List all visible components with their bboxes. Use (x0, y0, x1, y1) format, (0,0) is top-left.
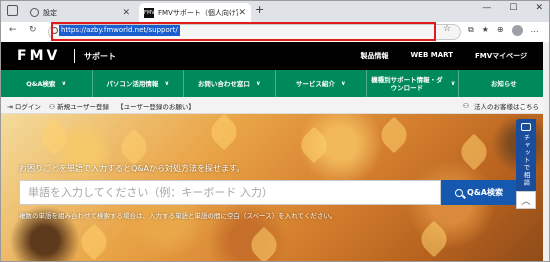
qa-search-button[interactable]: Q&A検索 (441, 180, 517, 205)
refresh-button[interactable]: ↻ (29, 25, 37, 35)
fmv-favicon-icon: FMV (144, 7, 155, 18)
window-menu-icon[interactable] (7, 5, 18, 16)
leaf-decoration (295, 126, 333, 164)
header-link-webmart[interactable]: WEB MART (410, 51, 453, 61)
nav-label: お知らせ (490, 79, 517, 88)
chat-tab-label: チャットで相談 (522, 134, 530, 187)
leaf-decoration (115, 128, 153, 166)
search-icon (455, 188, 464, 197)
browser-window: 設定 ✕ FMV FMVサポート（個人向け富士通パソコン） ✕ + — ☐ ✕ … (0, 0, 550, 262)
logo-divider (74, 49, 75, 63)
qa-search-input[interactable] (20, 181, 440, 204)
nav-label: お問い合わせ窓口 (197, 79, 250, 88)
favorites-icon[interactable]: ★ (482, 25, 489, 36)
url-highlight-box (51, 22, 436, 41)
nav-label: サービス紹介 (295, 79, 335, 88)
new-user-label: 新規ユーザー登録 (57, 103, 110, 111)
tab-close-icon[interactable]: ✕ (238, 8, 246, 18)
qa-search-box (19, 180, 441, 205)
browser-toolbar: ← ↻ https://azby.fmworld.net/support/ ☆ … (1, 22, 549, 42)
site-header: FMV サポート 製品情報 WEB MART FMVマイページ (1, 42, 549, 70)
window-controls: — ☐ ✕ (482, 3, 543, 13)
toolbar-icons: ⧉ ★ ⊕ … (468, 25, 539, 36)
close-window-button[interactable]: ✕ (535, 3, 543, 13)
hero-lead-text: お困りごとを単語で入力するとQ&Aから対処方法を探せます。 (19, 164, 245, 173)
leaf-decoration (415, 220, 453, 258)
user-links: ⇥ ログイン ⚇ 新規ユーザー登録 【ユーザー登録のお願い】 (7, 101, 195, 111)
back-button[interactable]: ← (9, 25, 17, 35)
chevron-down-icon: ∨ (450, 79, 456, 87)
nav-label: パソコン活用情報 (106, 79, 159, 88)
tab-strip: 設定 ✕ FMV FMVサポート（個人向け富士通パソコン） ✕ + — ☐ ✕ (1, 1, 549, 22)
page-scrollbar[interactable] (543, 42, 549, 261)
nav-label: 機種別サポート情報・ダウンロード (371, 75, 443, 92)
leaf-decoration (75, 223, 113, 261)
tab-settings-label: 設定 (43, 8, 57, 17)
corporate-link[interactable]: ⚇ 法人のお客様はこちら (463, 101, 539, 111)
fmv-logo[interactable]: FMV (17, 48, 60, 64)
gear-icon (30, 8, 39, 17)
user-registration-notice-link[interactable]: 【ユーザー登録のお願い】 (117, 101, 195, 111)
minimize-button[interactable]: — (482, 3, 491, 13)
nav-news[interactable]: お知らせ (459, 70, 550, 97)
nav-services[interactable]: サービス紹介 ∨ (276, 70, 367, 97)
hero-banner: お困りごとを単語で入力するとQ&Aから対処方法を探せます。 Q&A検索 複数の単… (1, 114, 549, 261)
scroll-to-top-button[interactable]: ︿ (516, 191, 536, 209)
user-add-icon: ⚇ (48, 103, 56, 111)
leaf-decoration (455, 133, 493, 171)
new-user-link[interactable]: ⚇ 新規ユーザー登録 (49, 101, 109, 111)
more-menu-icon[interactable]: … (531, 25, 539, 36)
chat-bubble-icon (521, 123, 531, 131)
collections-icon[interactable]: ⊕ (497, 25, 504, 36)
login-icon: ⇥ (7, 103, 13, 111)
chevron-down-icon: ∨ (340, 79, 346, 87)
header-links: 製品情報 WEB MART FMVマイページ (360, 51, 527, 61)
header-link-products[interactable]: 製品情報 (360, 51, 388, 61)
user-sub-bar: ⇥ ログイン ⚇ 新規ユーザー登録 【ユーザー登録のお願い】 ⚇ 法人のお客様はこち… (1, 97, 549, 114)
leaf-decoration (205, 114, 243, 151)
tab-settings[interactable]: 設定 ✕ (25, 3, 135, 22)
leaf-decoration (245, 226, 283, 261)
maximize-button[interactable]: ☐ (509, 3, 517, 13)
people-icon: ⚇ (462, 102, 469, 110)
new-tab-button[interactable]: + (255, 3, 264, 16)
chevron-down-icon: ∨ (255, 79, 261, 87)
search-hint-text: 複数の単語を組み合わせて検索する場合は、入力する単語と単語の間に空白（スペース）… (19, 212, 337, 220)
chevron-down-icon: ∨ (164, 79, 170, 87)
nav-qa-search[interactable]: Q&A検索 ∨ (1, 70, 93, 97)
leaf-decoration (375, 116, 413, 154)
qa-search-button-label: Q&A検索 (467, 188, 503, 197)
split-screen-icon[interactable]: ⧉ (468, 25, 474, 36)
tab-close-icon[interactable]: ✕ (122, 8, 130, 18)
nav-contact[interactable]: お問い合わせ窓口 ∨ (184, 70, 276, 97)
corporate-label: 法人のお客様はこちら (474, 103, 539, 111)
login-label: ログイン (14, 103, 41, 111)
leaf-decoration (35, 118, 73, 156)
tab-fmv-support[interactable]: FMV FMVサポート（個人向け富士通パソコン） ✕ (139, 3, 251, 22)
nav-model-support[interactable]: 機種別サポート情報・ダウンロード ∨ (367, 70, 459, 97)
nav-label: Q&A検索 (26, 79, 56, 88)
tab-fmv-label: FMVサポート（個人向け富士通パソコン） (158, 8, 238, 17)
chevron-down-icon: ∨ (61, 79, 67, 87)
nav-pc-usage[interactable]: パソコン活用情報 ∨ (93, 70, 184, 97)
main-nav: Q&A検索 ∨ パソコン活用情報 ∨ お問い合わせ窓口 ∨ サービス紹介 ∨ 機… (1, 70, 549, 97)
login-link[interactable]: ⇥ ログイン (7, 101, 41, 111)
profile-avatar[interactable] (511, 25, 523, 36)
chat-consult-tab[interactable]: チャットで相談 (516, 119, 536, 201)
logo-subtitle: サポート (84, 52, 116, 61)
favorite-star-icon[interactable]: ☆ (443, 24, 451, 34)
header-link-mypage[interactable]: FMVマイページ (475, 51, 527, 61)
